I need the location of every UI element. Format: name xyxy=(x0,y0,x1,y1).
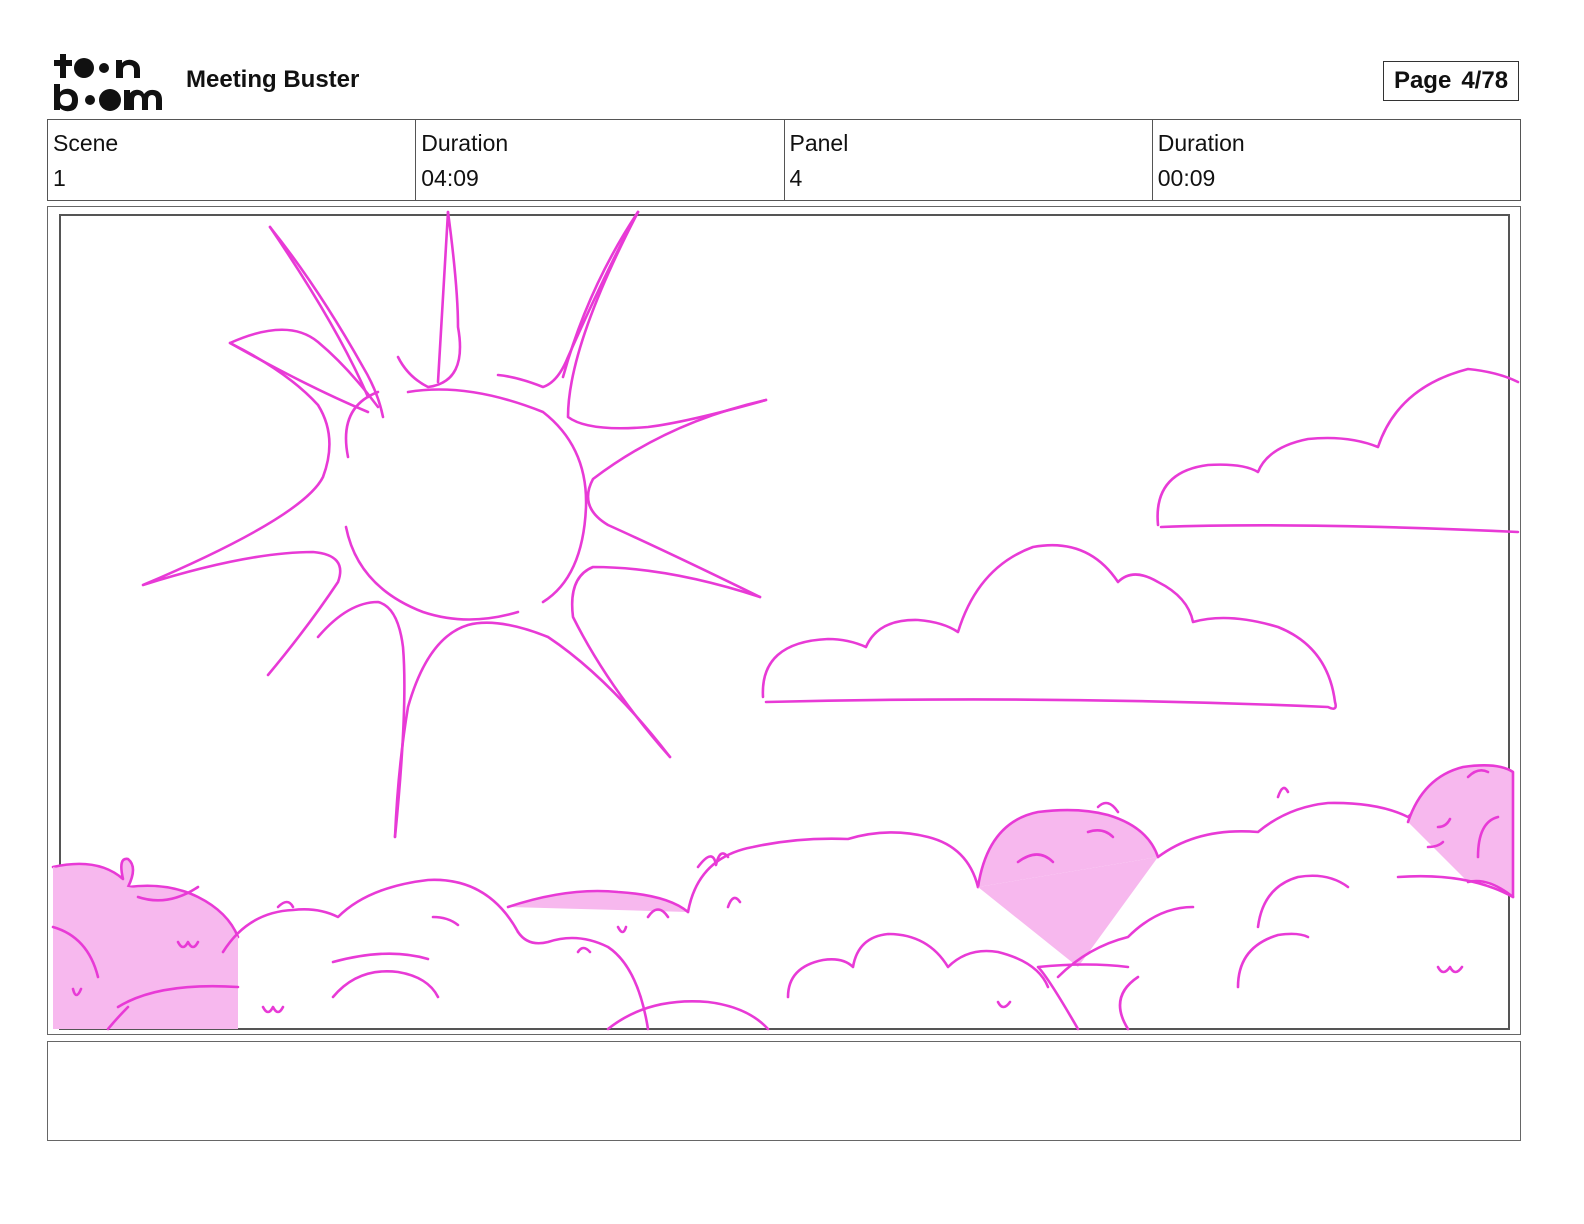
scene-duration-cell: Duration 04:09 xyxy=(416,120,785,200)
scene-value: 1 xyxy=(53,165,66,191)
panel-duration-label: Duration xyxy=(1157,130,1245,156)
page-label: Page xyxy=(1393,67,1452,94)
page-indicator: Page 4/78 xyxy=(1383,61,1519,101)
panel-duration-value: 00:09 xyxy=(1157,165,1216,191)
sun-drawing xyxy=(141,210,768,839)
cloud-drawing xyxy=(1156,367,1520,534)
panel-artwork xyxy=(51,210,1520,1031)
crowd-drawing xyxy=(51,764,1515,1031)
panel-info-table: Scene 1 Duration 04:09 Panel 4 Duration … xyxy=(47,119,1521,201)
scene-label: Scene xyxy=(53,130,119,156)
storyboard-panel xyxy=(47,206,1521,1035)
scene-duration-value: 04:09 xyxy=(421,165,479,191)
toon-boom-logo xyxy=(52,50,164,114)
page-value: 4/78 xyxy=(1461,67,1509,94)
scene-duration-label: Duration xyxy=(421,130,509,156)
scene-cell: Scene 1 xyxy=(48,120,417,200)
panel-duration-cell: Duration 00:09 xyxy=(1153,120,1520,200)
panel-value: 4 xyxy=(789,165,803,191)
panel-cell: Panel 4 xyxy=(785,120,1153,200)
cloud-drawing xyxy=(761,543,1337,710)
panel-label: Panel xyxy=(789,130,849,156)
panel-notes[interactable] xyxy=(47,1041,1521,1141)
project-title: Meeting Buster xyxy=(186,66,360,93)
